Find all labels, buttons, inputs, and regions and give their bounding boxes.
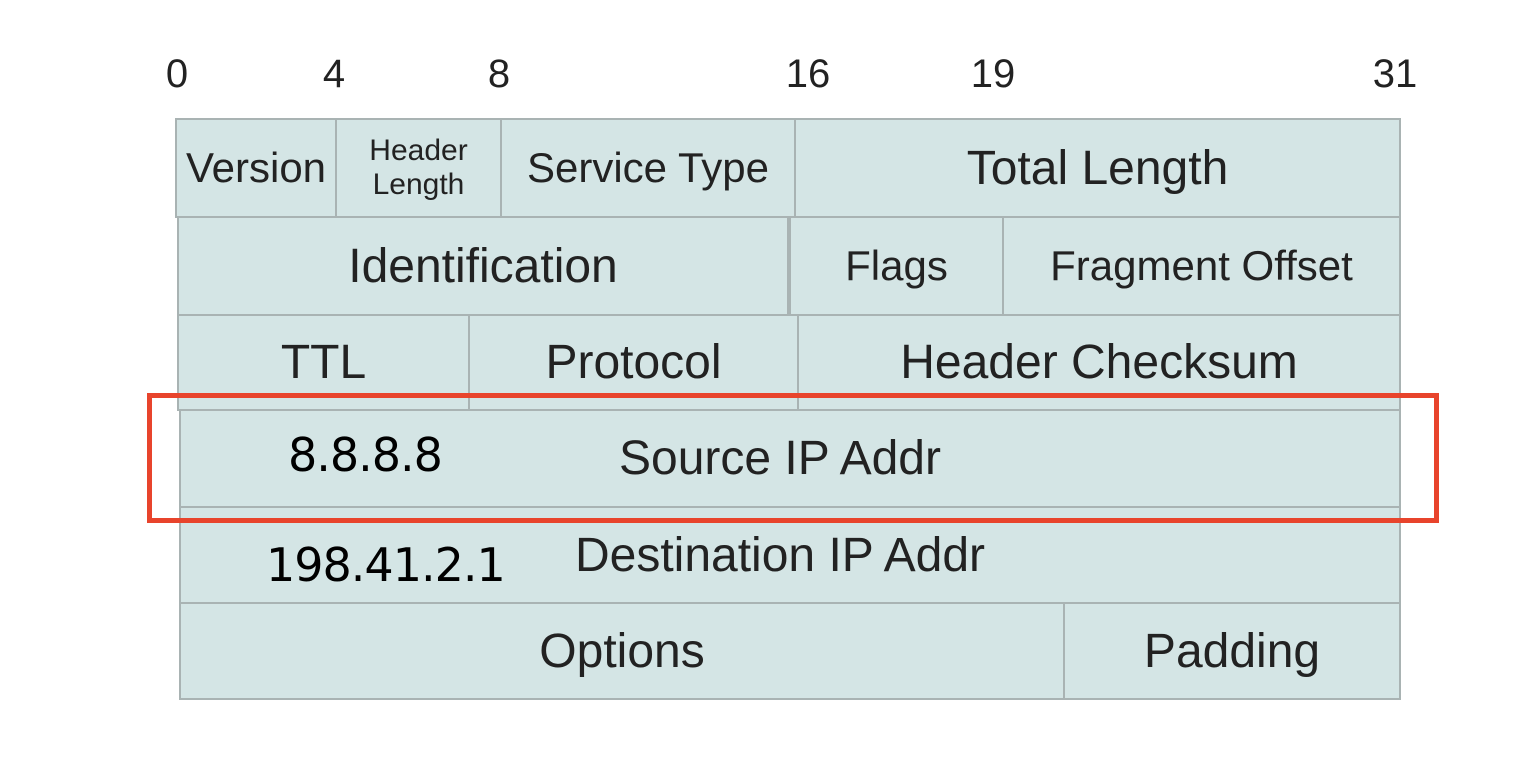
field-protocol-label: Protocol: [545, 336, 722, 389]
field-fragment-offset: Fragment Offset: [1002, 216, 1401, 316]
source-ip-highlight-box: [147, 393, 1439, 523]
field-flags: Flags: [789, 216, 1004, 316]
field-padding-label: Padding: [1143, 624, 1321, 678]
field-padding: Padding: [1063, 602, 1401, 700]
destination-ip-annotation: 198.41.2.1: [266, 538, 506, 592]
bit-tick-4: 4: [322, 52, 346, 96]
field-version-label: Version: [185, 144, 327, 191]
field-header-length: Header Length: [335, 118, 502, 218]
field-flags-label: Flags: [845, 242, 948, 289]
field-service-type-label: Service Type: [526, 144, 769, 191]
field-destination-ip-label: Destination IP Addr: [574, 529, 986, 582]
field-service-type: Service Type: [500, 118, 796, 218]
field-total-length-label: Total Length: [966, 141, 1229, 195]
bit-tick-19: 19: [970, 52, 1016, 96]
bit-tick-31: 31: [1372, 52, 1418, 96]
bit-tick-0: 0: [165, 52, 189, 96]
field-header-length-line1: Header: [369, 134, 468, 167]
field-options-label: Options: [539, 624, 705, 678]
field-options: Options: [179, 602, 1065, 700]
field-identification-label: Identification: [348, 239, 618, 293]
field-header-checksum-label: Header Checksum: [900, 336, 1298, 389]
field-version: Version: [175, 118, 337, 218]
bit-tick-16: 16: [785, 52, 831, 96]
bit-tick-8: 8: [487, 52, 511, 96]
field-total-length: Total Length: [794, 118, 1401, 218]
field-identification: Identification: [177, 216, 789, 316]
field-fragment-offset-label: Fragment Offset: [1050, 242, 1353, 289]
field-header-length-line2: Length: [372, 168, 465, 201]
field-ttl-label: TTL: [280, 336, 367, 389]
